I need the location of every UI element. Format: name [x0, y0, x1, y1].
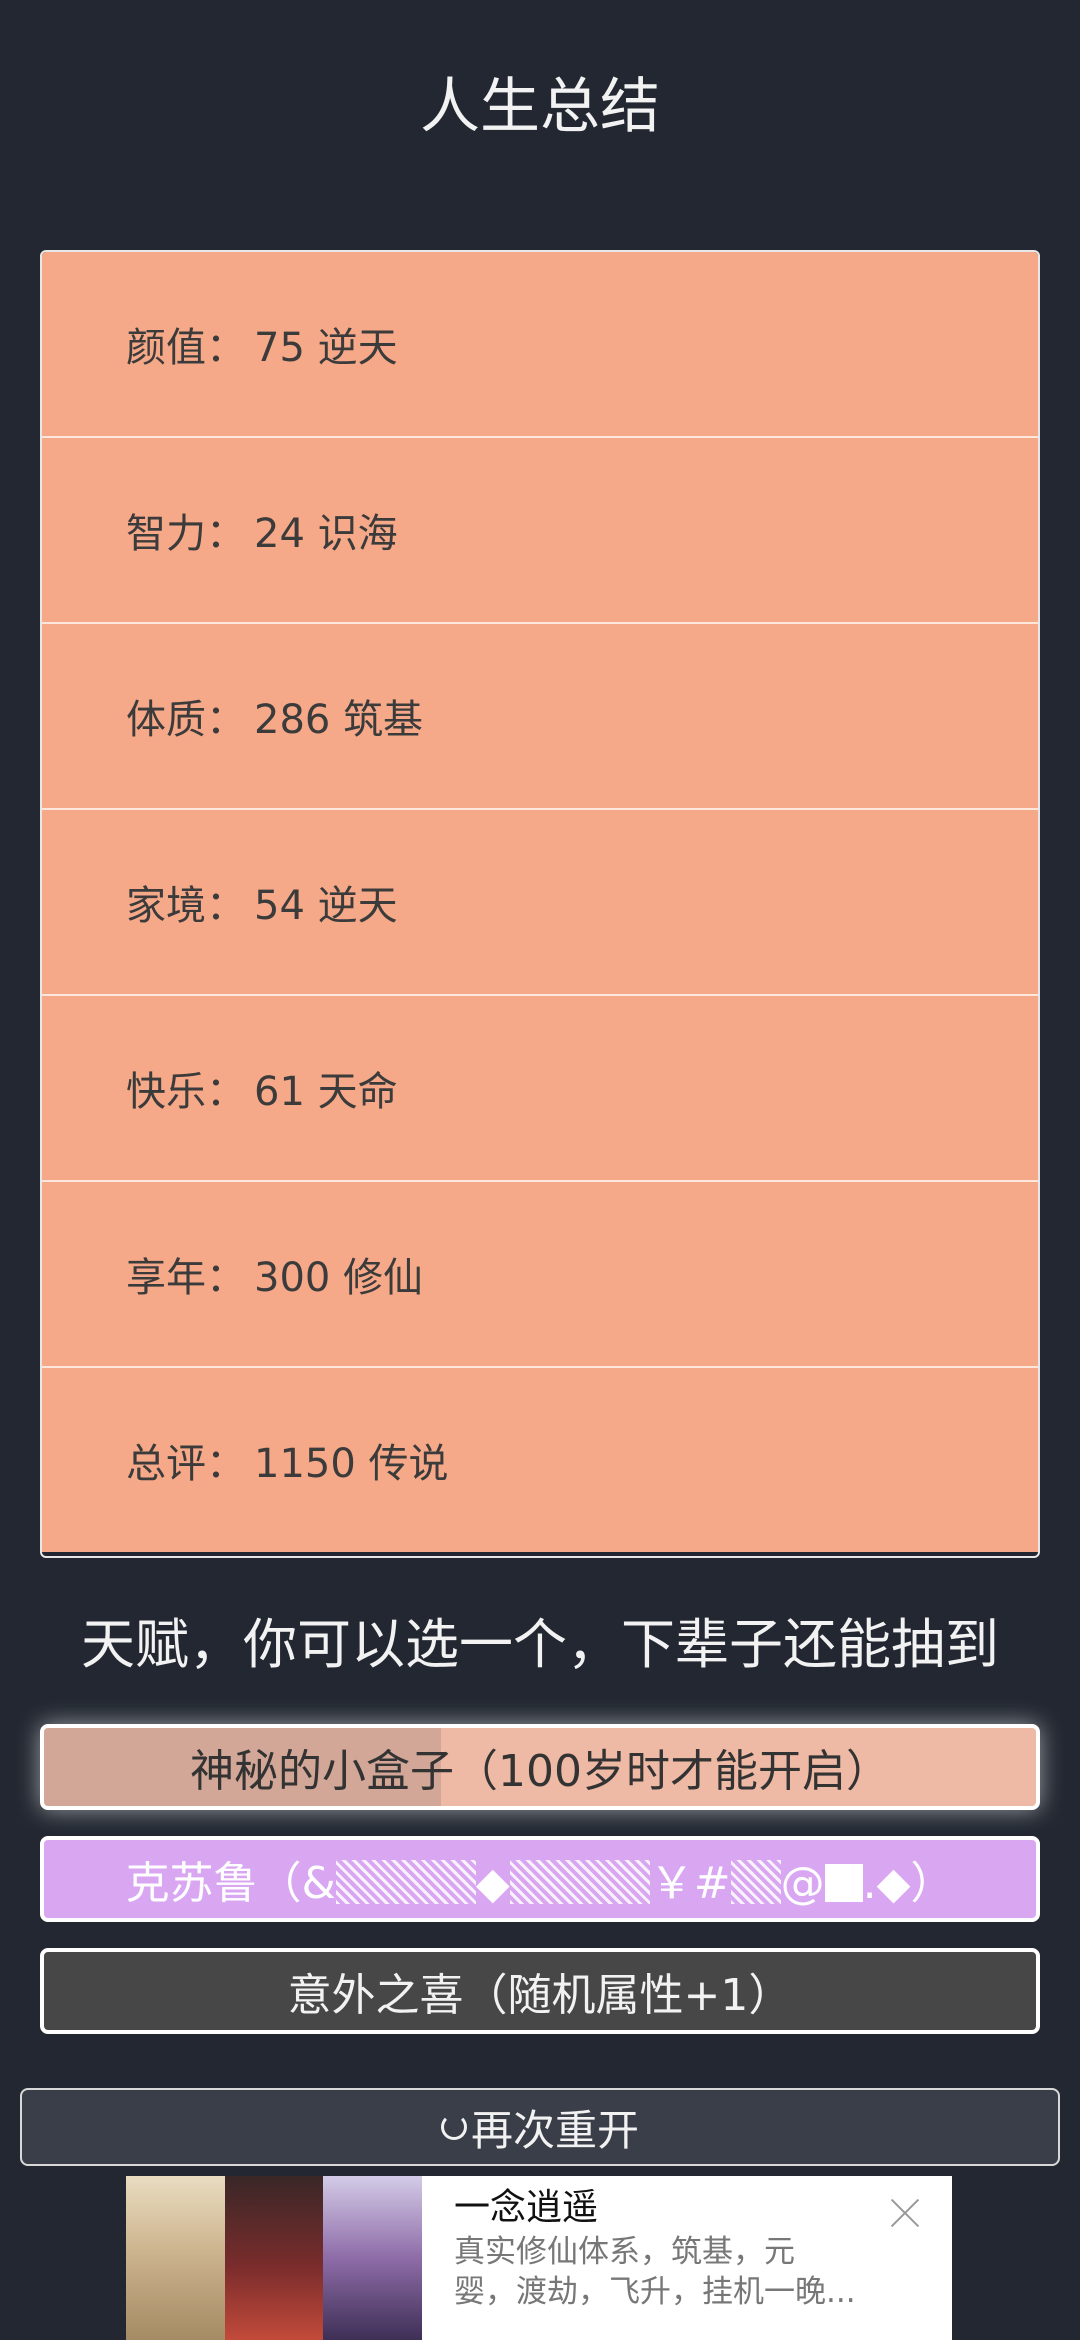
talent-label-part: ◆: [475, 1858, 510, 1909]
ad-images: [126, 2176, 422, 2340]
stat-label: 家境: [126, 883, 206, 929]
square-glyph: [824, 1864, 863, 1902]
talent-label: 神秘的小盒子（100岁时才能开启）: [190, 1746, 890, 1797]
restart-button[interactable]: 再次重开: [20, 2088, 1060, 2166]
life-summary-page: 人生总结 颜值： 75 逆天 智力： 24 识海 体质： 286 筑基 家境： 54 逆…: [0, 0, 1080, 2340]
stat-separator: ：: [206, 511, 246, 557]
stat-value: 54 逆天: [254, 883, 398, 929]
stat-row-overall: 总评： 1150 传说: [42, 1368, 1038, 1552]
summary-table: 颜值： 75 逆天 智力： 24 识海 体质： 286 筑基 家境： 54 逆天 快乐：…: [40, 250, 1040, 1558]
stat-row-lifespan: 享年： 300 修仙: [42, 1182, 1038, 1368]
stat-label: 智力: [126, 511, 206, 557]
ad-image: [323, 2176, 422, 2340]
talent-label: 克苏鲁（& ◆ ￥# @ .◆）: [126, 1847, 955, 1911]
stat-row-appearance: 颜值： 75 逆天: [42, 252, 1038, 438]
stat-separator: ：: [206, 1069, 246, 1115]
stat-value: 300 修仙: [254, 1255, 424, 1301]
stat-label: 体质: [126, 697, 206, 743]
restart-label: 再次重开: [470, 2105, 639, 2155]
talent-option-surprise[interactable]: 意外之喜（随机属性+1）: [40, 1948, 1040, 2034]
ad-title: 一念逍遥: [454, 2187, 599, 2228]
stat-label: 总评: [126, 1441, 206, 1487]
stat-separator: ：: [206, 697, 246, 743]
ad-description: 真实修仙体系，筑基，元 婴，渡劫，飞升，挂机一晚...: [454, 2234, 856, 2310]
talent-option-mystery-box[interactable]: 神秘的小盒子（100岁时才能开启）: [40, 1724, 1040, 1810]
stat-value: 61 天命: [254, 1069, 398, 1115]
stat-row-constitution: 体质： 286 筑基: [42, 624, 1038, 810]
garbled-glyph: [335, 1860, 476, 1904]
talent-label-part: ￥#: [649, 1858, 731, 1909]
stat-separator: ：: [206, 883, 246, 929]
talent-label-prefix: 克苏鲁（&: [125, 1858, 336, 1909]
talent-heading: 天赋，你可以选一个，下辈子还能抽到: [81, 1613, 999, 1676]
stat-separator: ：: [206, 325, 246, 371]
talent-option-cthulhu[interactable]: 克苏鲁（& ◆ ￥# @ .◆）: [40, 1836, 1040, 1922]
stat-row-family: 家境： 54 逆天: [42, 810, 1038, 996]
refresh-icon: [440, 2114, 467, 2140]
close-icon[interactable]: [888, 2196, 922, 2230]
stat-label: 享年: [126, 1255, 206, 1301]
garbled-glyph: [509, 1860, 650, 1904]
ad-image: [126, 2176, 225, 2340]
page-title: 人生总结: [420, 72, 660, 142]
stat-row-happiness: 快乐： 61 天命: [42, 996, 1038, 1182]
stat-value: 75 逆天: [254, 325, 398, 371]
stat-value: 286 筑基: [254, 697, 424, 743]
stat-row-intelligence: 智力： 24 识海: [42, 438, 1038, 624]
garbled-glyph: [730, 1860, 781, 1904]
stat-value: 24 识海: [254, 511, 398, 557]
talent-label-part: .◆）: [862, 1858, 955, 1909]
talent-label: 意外之喜（随机属性+1）: [287, 1970, 793, 2021]
ad-image: [224, 2176, 324, 2340]
ad-banner[interactable]: 一念逍遥 真实修仙体系，筑基，元 婴，渡劫，飞升，挂机一晚...: [126, 2176, 952, 2340]
stat-value: 1150 传说: [254, 1441, 449, 1487]
stat-label: 快乐: [126, 1069, 206, 1115]
talent-label-part: @: [780, 1858, 825, 1909]
stat-separator: ：: [206, 1255, 246, 1301]
stat-separator: ：: [206, 1441, 246, 1487]
stat-label: 颜值: [126, 325, 206, 371]
